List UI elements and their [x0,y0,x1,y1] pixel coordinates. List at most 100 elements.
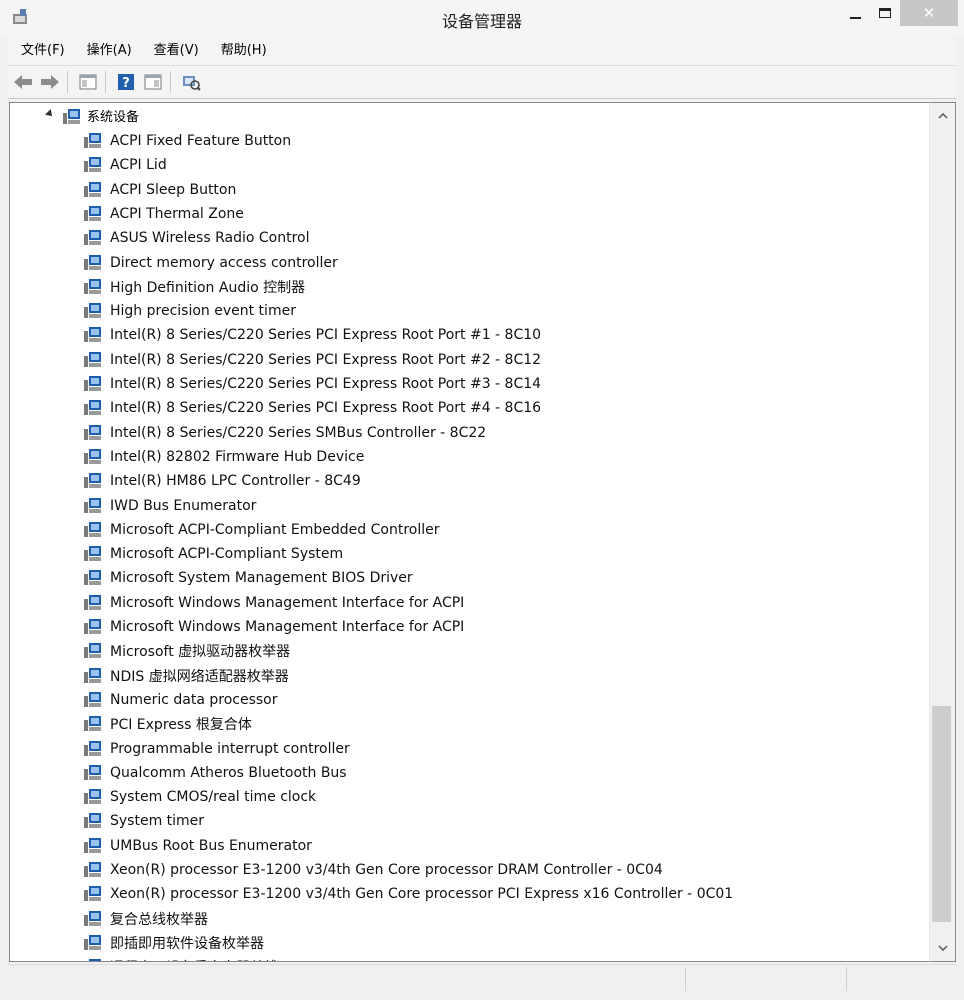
device-item[interactable]: Direct memory access controller [83,251,338,275]
device-label: Microsoft ACPI-Compliant System [110,546,344,563]
chevron-up-icon [937,113,948,119]
device-label: Microsoft 虚拟驱动器枚举器 [110,644,291,661]
menu-view[interactable]: 查看(V) [141,38,208,64]
close-icon: ✕ [922,4,936,22]
device-item[interactable]: Intel(R) 8 Series/C220 Series PCI Expres… [83,323,541,347]
system-device-icon [84,716,101,732]
device-item[interactable]: Microsoft System Management BIOS Driver [83,566,413,590]
device-item[interactable]: Microsoft Windows Management Interface f… [83,615,464,639]
minimize-button[interactable] [838,0,872,26]
device-item[interactable]: ASUS Wireless Radio Control [83,226,309,250]
device-label: Microsoft ACPI-Compliant Embedded Contro… [110,521,440,538]
menu-action[interactable]: 操作(A) [74,38,141,64]
device-tree[interactable]: 系统设备 ACPI Fixed Feature Button ACPI Lid AC… [9,102,930,962]
system-device-icon [84,205,101,221]
maximize-button[interactable] [868,0,902,26]
scroll-up-button[interactable] [930,107,955,125]
device-item[interactable]: IWD Bus Enumerator [83,494,256,518]
device-item[interactable]: Xeon(R) processor E3-1200 v3/4th Gen Cor… [83,858,663,882]
system-device-icon [84,594,101,610]
device-label: Qualcomm Atheros Bluetooth Bus [110,764,347,781]
menu-file[interactable]: 文件(F) [8,38,74,64]
svg-text:?: ? [122,76,130,91]
device-item[interactable]: 即插即用软件设备枚举器 [83,931,264,955]
device-item[interactable]: Microsoft 虚拟驱动器枚举器 [83,639,290,663]
forward-button[interactable] [38,70,62,94]
system-device-icon [84,813,101,829]
system-device-icon [84,473,101,489]
toolbar-separator [105,71,106,93]
status-pane [685,967,846,991]
help-button[interactable]: ? [114,70,138,94]
properties-button[interactable] [76,70,100,94]
toolbar-separator [67,71,68,93]
scroll-thumb[interactable] [932,706,951,922]
forward-arrow-icon [41,75,59,89]
device-item[interactable]: ACPI Lid [83,153,167,177]
device-label: Programmable interrupt controller [110,740,350,757]
device-item[interactable]: Xeon(R) processor E3-1200 v3/4th Gen Cor… [83,882,733,906]
device-item[interactable]: ACPI Sleep Button [83,178,236,202]
system-device-icon [84,643,101,659]
device-label: ACPI Sleep Button [110,181,237,198]
device-label: ASUS Wireless Radio Control [110,230,310,247]
system-device-icon [84,764,101,780]
device-item[interactable]: Numeric data processor [83,688,278,712]
system-device-icon [84,157,101,173]
device-item[interactable]: 远程桌面设备重定向器总线 [83,955,278,961]
system-device-icon [84,303,101,319]
device-item[interactable]: ACPI Thermal Zone [83,202,244,226]
close-button[interactable]: ✕ [900,0,958,26]
device-label: Microsoft Windows Management Interface f… [110,619,465,635]
device-label: Intel(R) 82802 Firmware Hub Device [110,448,365,465]
back-arrow-icon [14,75,32,89]
collapse-arrow-icon[interactable] [45,109,55,119]
device-item[interactable]: UMBus Root Bus Enumerator [83,834,312,858]
back-button[interactable] [11,70,35,94]
system-device-icon [84,497,101,513]
device-item[interactable]: Programmable interrupt controller [83,737,350,761]
device-label: Intel(R) 8 Series/C220 Series PCI Expres… [110,351,542,368]
console-button[interactable] [141,70,165,94]
menu-help[interactable]: 帮助(H) [208,38,276,64]
device-item[interactable]: System timer [83,809,204,833]
status-pane [846,967,955,991]
device-item[interactable]: Microsoft Windows Management Interface f… [83,591,464,615]
properties-icon [79,74,97,90]
system-device-icon [84,910,101,926]
scroll-down-button[interactable] [930,939,955,957]
device-label: ACPI Fixed Feature Button [110,133,292,149]
device-item[interactable]: Intel(R) 8 Series/C220 Series PCI Expres… [83,348,541,372]
system-device-icon [84,376,101,391]
device-label: Intel(R) HM86 LPC Controller - 8C49 [110,473,361,490]
device-item[interactable]: High Definition Audio 控制器 [83,275,305,299]
device-item[interactable]: ACPI Fixed Feature Button [83,129,291,153]
device-item[interactable]: Microsoft ACPI-Compliant System [83,542,343,566]
vertical-scrollbar[interactable] [929,102,956,962]
device-item[interactable]: Intel(R) 82802 Firmware Hub Device [83,445,364,469]
system-device-icon [84,351,101,367]
scan-hardware-button[interactable] [179,70,203,94]
system-device-icon [84,546,101,562]
status-bar [8,964,956,993]
device-item[interactable]: Intel(R) 8 Series/C220 Series PCI Expres… [83,372,541,396]
device-item[interactable]: 复合总线枚举器 [83,907,208,931]
device-item[interactable]: NDIS 虚拟网络适配器枚举器 [83,664,289,688]
system-device-icon [84,740,101,756]
device-item[interactable]: Qualcomm Atheros Bluetooth Bus [83,761,347,785]
category-system-devices[interactable]: 系统设备 [87,106,139,125]
device-item[interactable]: High precision event timer [83,299,296,323]
menu-bar: 文件(F) 操作(A) 查看(V) 帮助(H) [8,37,956,66]
device-item[interactable]: Intel(R) HM86 LPC Controller - 8C49 [83,469,361,493]
device-label: System timer [110,813,205,830]
device-item[interactable]: PCI Express 根复合体 [83,712,252,736]
system-device-icon [84,667,101,683]
device-label: Direct memory access controller [110,254,338,271]
device-item[interactable]: Microsoft ACPI-Compliant Embedded Contro… [83,518,440,542]
device-item[interactable]: System CMOS/real time clock [83,785,316,809]
device-item[interactable]: Intel(R) 8 Series/C220 Series PCI Expres… [83,396,541,420]
device-label: Xeon(R) processor E3-1200 v3/4th Gen Cor… [110,862,663,878]
device-item[interactable]: Intel(R) 8 Series/C220 Series SMBus Cont… [83,421,486,445]
device-label: High Definition Audio 控制器 [110,279,306,296]
system-device-icon [84,448,101,464]
